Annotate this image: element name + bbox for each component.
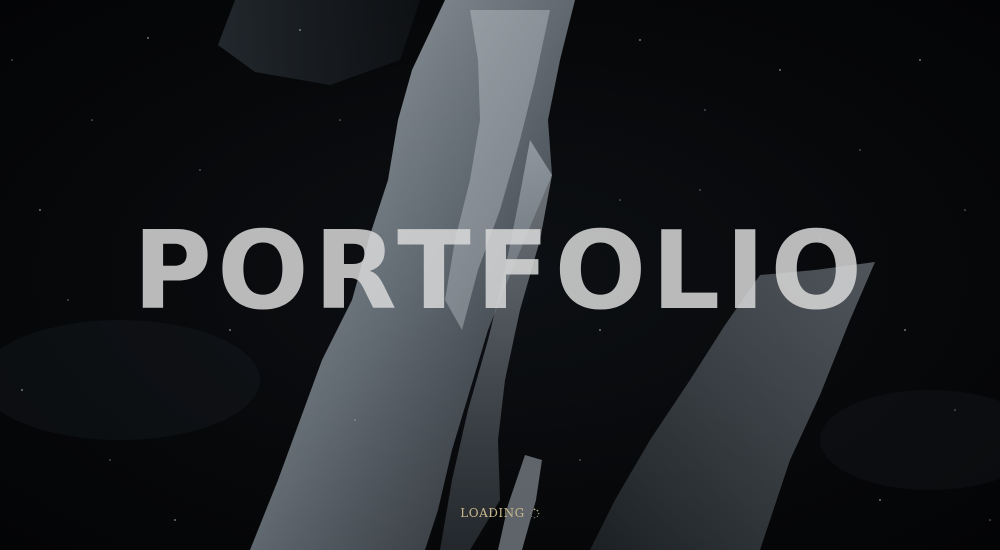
page-title: PORTFOLIO [132,209,868,334]
loading-label: LOADING [460,506,525,520]
splash-screen: PORTFOLIO LOADING [0,0,1000,550]
spinner-icon [529,507,540,519]
loading-indicator: LOADING [0,506,1000,520]
